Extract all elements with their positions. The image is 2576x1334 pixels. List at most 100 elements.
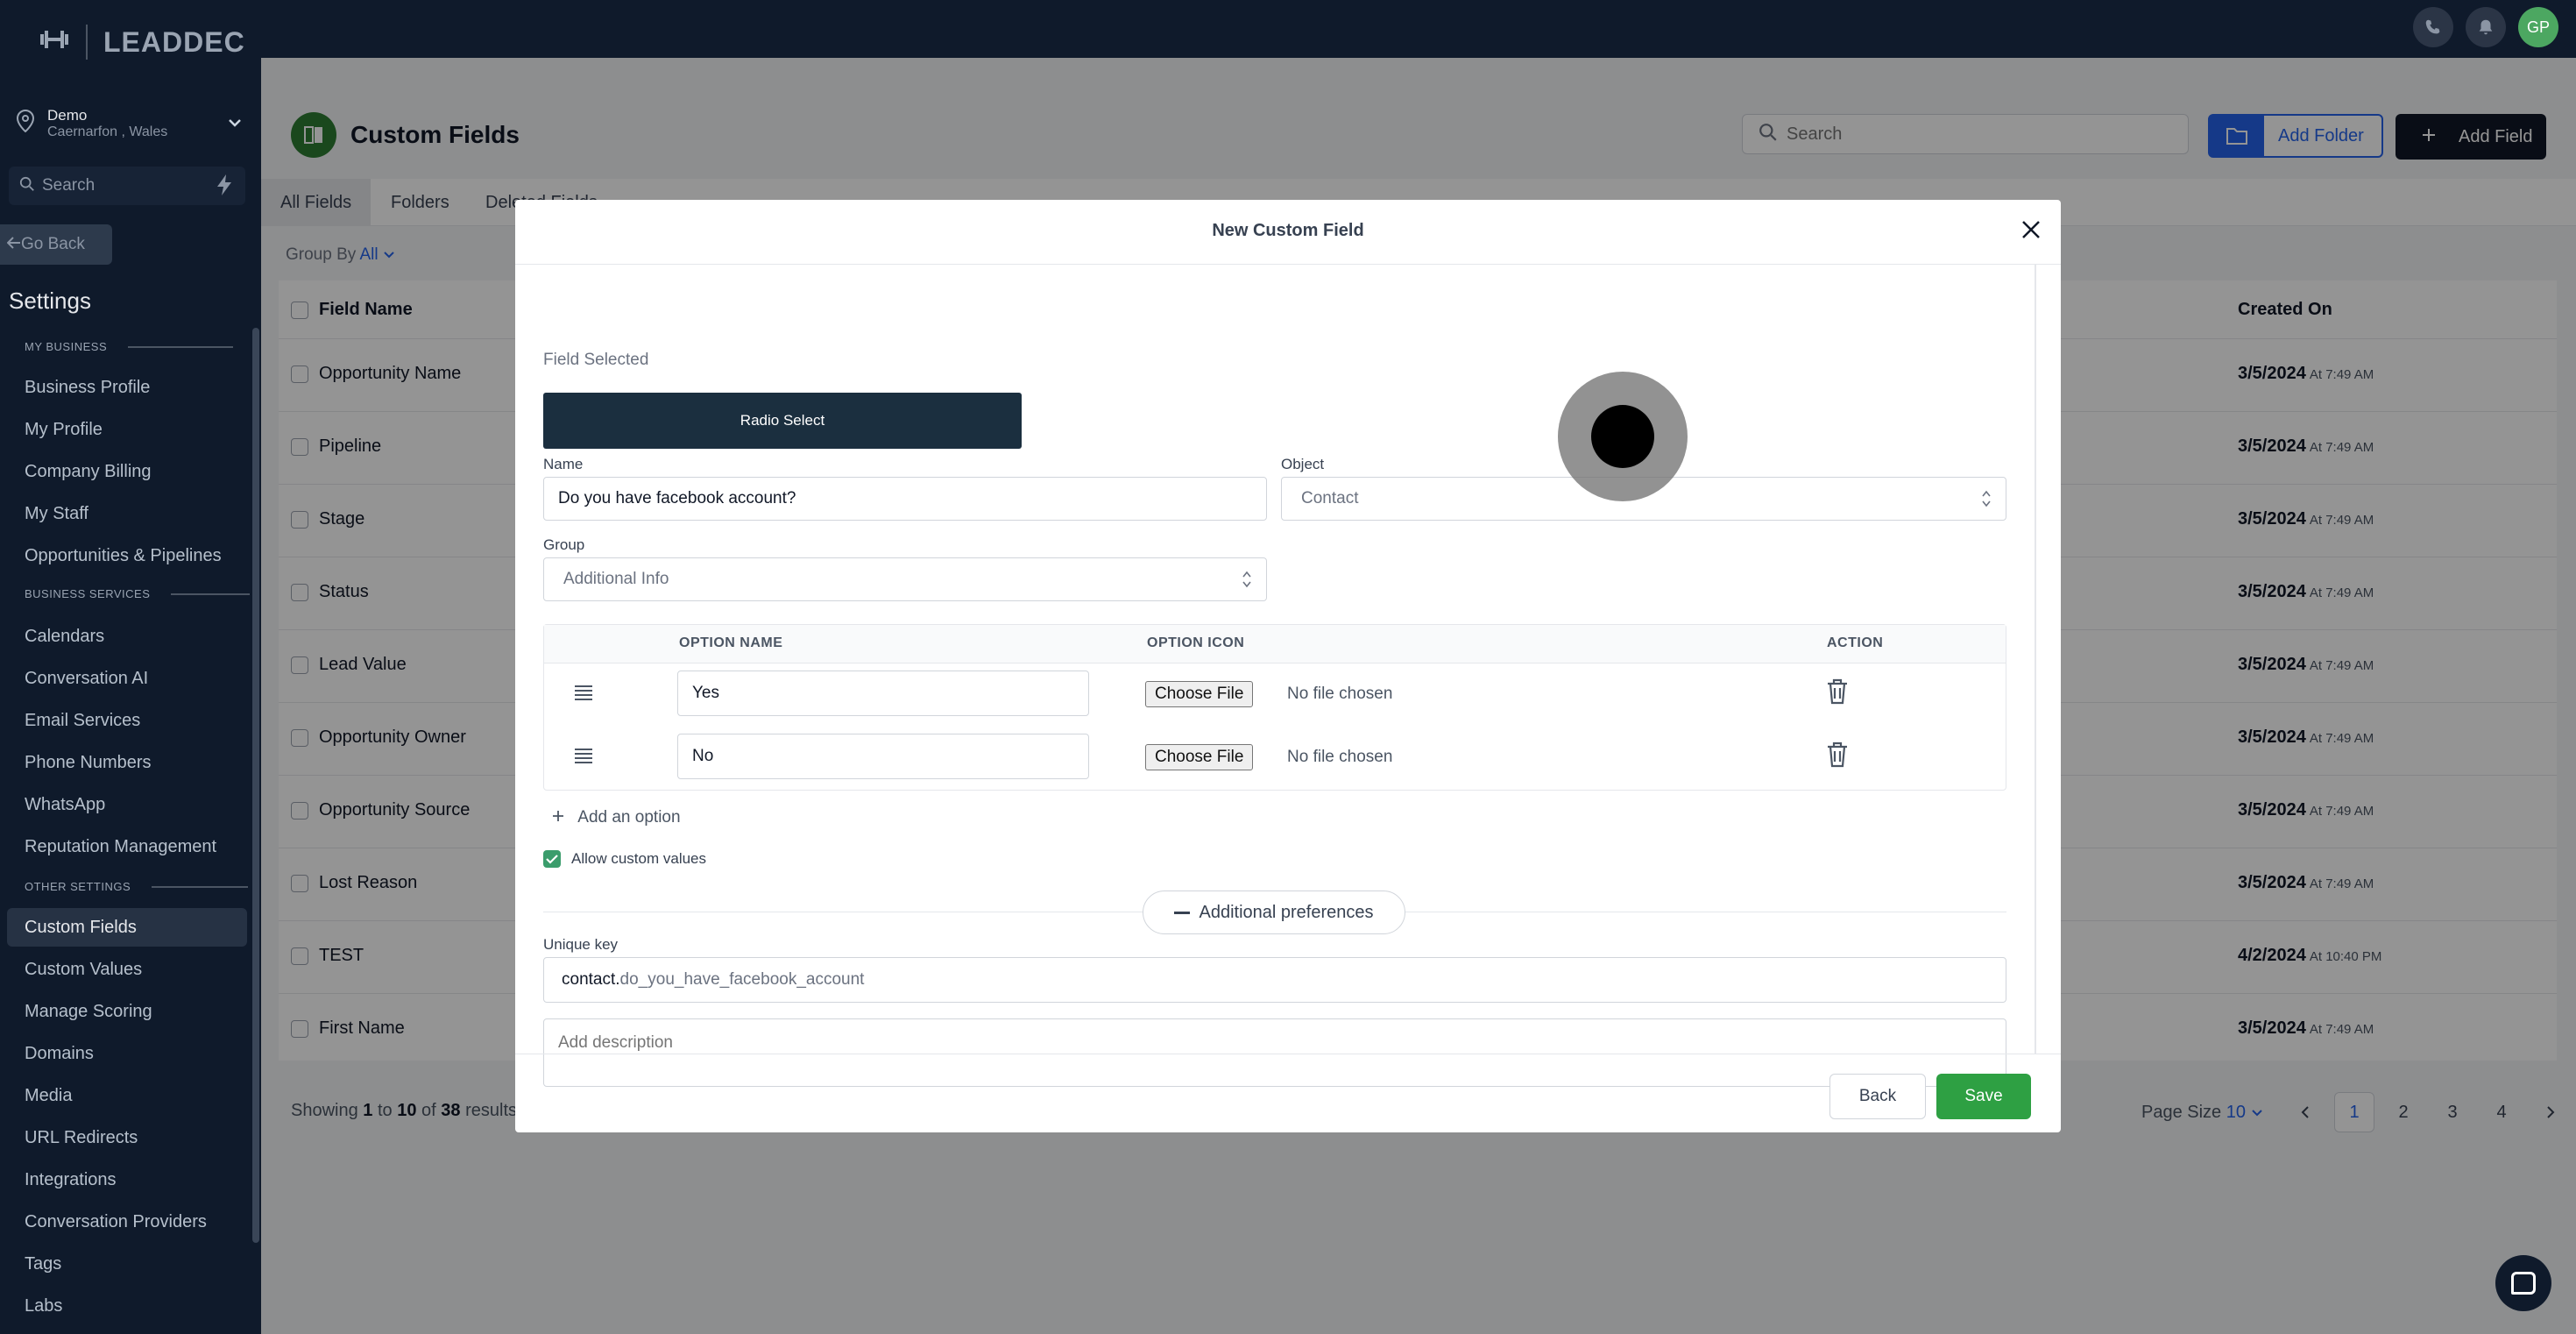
dumbbell-logo-icon: [39, 27, 70, 57]
select-arrows-icon: [1981, 488, 1992, 510]
sidebar-item-integrations[interactable]: Integrations: [7, 1160, 247, 1199]
settings-title: Settings: [9, 287, 91, 314]
group-label: Group: [543, 536, 585, 553]
avatar[interactable]: GP: [2518, 7, 2558, 47]
allow-custom-values-label: Allow custom values: [571, 850, 707, 867]
sidebar-scrollbar[interactable]: [252, 328, 259, 1243]
sidebar-item-opportunities[interactable]: Opportunities & Pipelines: [7, 536, 247, 575]
logo[interactable]: LEADDEC: [39, 25, 245, 60]
option-icon-header: OPTION ICON: [1147, 635, 1245, 650]
field-type-radio-select[interactable]: Radio Select: [543, 393, 1022, 449]
add-option-label: Add an option: [577, 808, 681, 827]
unique-key-field[interactable]: contact. do_you_have_facebook_account: [543, 957, 2006, 1003]
sidebar-item-tags[interactable]: Tags: [7, 1245, 247, 1283]
plus-icon: [552, 808, 564, 827]
arrow-left-icon: [6, 235, 21, 254]
select-arrows-icon: [1242, 569, 1252, 591]
modal-scrollbar[interactable]: [2035, 265, 2036, 1054]
minus-icon: [1174, 911, 1191, 914]
section-label: MY BUSINESS: [25, 340, 108, 353]
option-name-input[interactable]: [677, 734, 1089, 779]
logo-text: LEADDEC: [103, 25, 245, 58]
sidebar-search: [9, 167, 245, 205]
options-header: OPTION NAME OPTION ICON ACTION: [544, 625, 2006, 663]
additional-preferences-label: Additional preferences: [1199, 902, 1374, 922]
unique-key-prefix: contact.: [562, 970, 620, 989]
modal-footer: Back Save: [515, 1054, 2061, 1132]
sidebar-item-business-profile[interactable]: Business Profile: [7, 368, 247, 407]
option-name-input[interactable]: [677, 671, 1089, 716]
sidebar-item-conversation-providers[interactable]: Conversation Providers: [7, 1203, 247, 1241]
section-other-settings: OTHER SETTINGS: [25, 880, 249, 893]
section-my-business: MY BUSINESS: [25, 340, 234, 353]
sidebar: LEADDEC Demo Caernarfon , Wales Go Back …: [0, 0, 261, 1334]
allow-custom-values-checkbox[interactable]: [543, 850, 561, 868]
sidebar-item-media[interactable]: Media: [7, 1076, 247, 1115]
action-header: ACTION: [1827, 635, 1884, 650]
top-actions: GP: [2413, 7, 2558, 47]
object-value: Contact: [1301, 489, 1359, 507]
additional-preferences-toggle[interactable]: Additional preferences: [1143, 891, 1405, 934]
option-name-header: OPTION NAME: [679, 635, 783, 650]
choose-file-button[interactable]: Choose File: [1145, 744, 1254, 770]
new-custom-field-modal: New Custom Field Field Selected Radio Se…: [515, 200, 2061, 1132]
search-icon: [19, 176, 35, 196]
sidebar-item-conversation-ai[interactable]: Conversation AI: [7, 659, 247, 698]
go-back-button[interactable]: Go Back: [0, 224, 112, 265]
logo-divider: [86, 25, 88, 60]
location-address: Caernarfon , Wales: [47, 124, 168, 139]
file-status: No file chosen: [1287, 748, 1393, 766]
back-button[interactable]: Back: [1829, 1074, 1926, 1119]
file-status: No file chosen: [1287, 685, 1393, 703]
sidebar-item-company-billing[interactable]: Company Billing: [7, 452, 247, 491]
modal-header: New Custom Field: [515, 200, 2061, 265]
sidebar-item-calendars[interactable]: Calendars: [7, 617, 247, 656]
bell-icon[interactable]: [2466, 7, 2506, 47]
name-input[interactable]: [543, 477, 1267, 521]
section-business-services: BUSINESS SERVICES: [25, 587, 251, 600]
add-option-button[interactable]: Add an option: [552, 808, 681, 827]
sidebar-item-email-services[interactable]: Email Services: [7, 701, 247, 740]
location-name: Demo: [47, 107, 88, 124]
sidebar-item-manage-scoring[interactable]: Manage Scoring: [7, 992, 247, 1031]
section-label: BUSINESS SERVICES: [25, 587, 151, 600]
lightning-icon[interactable]: [214, 174, 235, 202]
chat-widget-icon[interactable]: [2495, 1255, 2551, 1311]
sidebar-item-my-profile[interactable]: My Profile: [7, 410, 247, 449]
sidebar-item-phone-numbers[interactable]: Phone Numbers: [7, 743, 247, 782]
field-selected-label: Field Selected: [543, 351, 649, 369]
unique-key-label: Unique key: [543, 936, 619, 953]
unique-key-value: do_you_have_facebook_account: [619, 970, 865, 989]
sidebar-item-custom-values[interactable]: Custom Values: [7, 950, 247, 989]
drag-handle-icon[interactable]: [574, 746, 593, 769]
modal-body: Field Selected Radio Select Name Object …: [515, 265, 2036, 1087]
close-icon[interactable]: [2020, 217, 2042, 247]
save-button[interactable]: Save: [1936, 1074, 2031, 1119]
go-back-label: Go Back: [21, 235, 85, 253]
chevron-down-icon: [228, 114, 242, 132]
object-label: Object: [1281, 456, 1325, 472]
modal-title: New Custom Field: [1212, 221, 1364, 240]
sidebar-item-whatsapp[interactable]: WhatsApp: [7, 785, 247, 824]
section-label: OTHER SETTINGS: [25, 880, 131, 893]
sidebar-search-input[interactable]: [42, 176, 217, 195]
trash-icon[interactable]: [1825, 678, 1850, 706]
drag-handle-icon[interactable]: [574, 683, 593, 706]
phone-icon[interactable]: [2413, 7, 2453, 47]
group-select[interactable]: Additional Info: [543, 557, 1267, 601]
option-row: Choose File No file chosen: [544, 727, 2006, 790]
option-row: Choose File No file chosen: [544, 663, 2006, 727]
sidebar-item-my-staff[interactable]: My Staff: [7, 494, 247, 533]
choose-file-button[interactable]: Choose File: [1145, 681, 1254, 707]
sidebar-item-url-redirects[interactable]: URL Redirects: [7, 1118, 247, 1157]
group-value: Additional Info: [563, 570, 669, 588]
sidebar-item-domains[interactable]: Domains: [7, 1034, 247, 1073]
sidebar-item-labs[interactable]: Labs: [7, 1287, 247, 1325]
sidebar-item-custom-fields[interactable]: Custom Fields: [7, 908, 247, 947]
sidebar-item-reputation[interactable]: Reputation Management: [7, 827, 247, 866]
map-pin-icon: [16, 109, 39, 138]
options-table: OPTION NAME OPTION ICON ACTION Choose Fi…: [543, 624, 2006, 791]
trash-icon[interactable]: [1825, 741, 1850, 769]
name-label: Name: [543, 456, 584, 472]
location-switcher[interactable]: Demo Caernarfon , Wales: [16, 103, 245, 144]
